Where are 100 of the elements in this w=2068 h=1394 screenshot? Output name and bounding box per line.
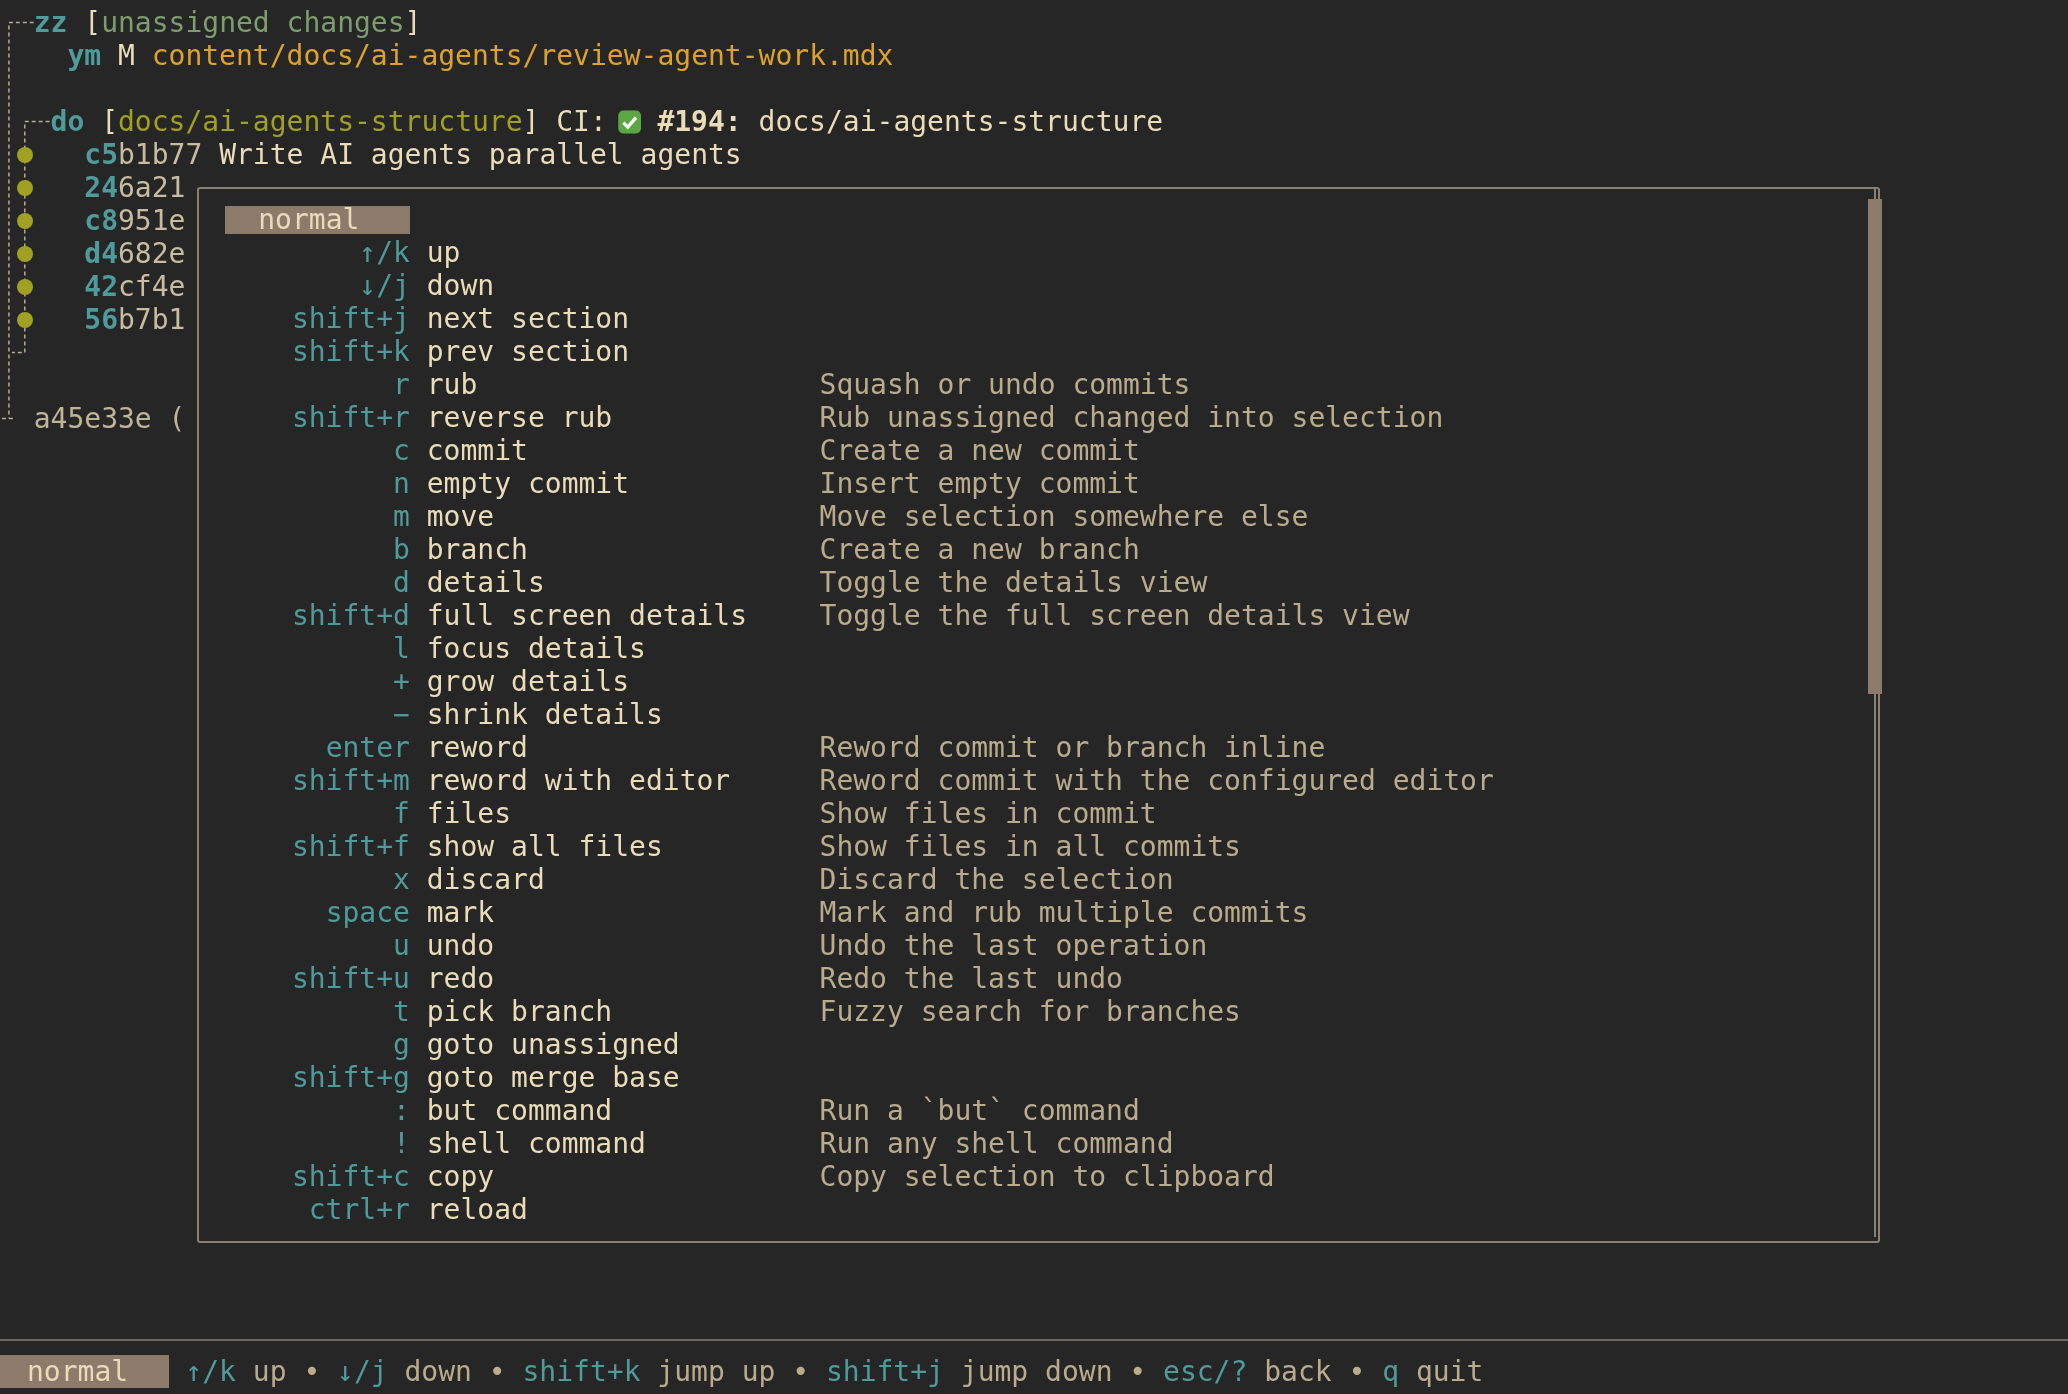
branch-id: do bbox=[50, 105, 85, 138]
action-name: goto unassigned bbox=[426, 1028, 680, 1061]
shortcut-key: shift+c bbox=[291, 1160, 410, 1193]
action-description: Undo the last operation bbox=[819, 929, 1208, 962]
shortcut-key: shift+j bbox=[291, 302, 410, 335]
action-name: copy bbox=[426, 1160, 495, 1193]
action-name: reword bbox=[426, 731, 528, 764]
shortcut-key: enter bbox=[325, 731, 410, 764]
action-name: show all files bbox=[426, 830, 663, 863]
commit-dot bbox=[17, 245, 34, 262]
file-path[interactable]: content/docs/ai-agents/review-agent-work.mdx bbox=[151, 39, 894, 72]
action-name: but command bbox=[426, 1094, 613, 1127]
shortcut-key: : bbox=[393, 1094, 410, 1127]
bracket: ] bbox=[522, 105, 540, 138]
shortcut-key: shift+j bbox=[825, 1355, 944, 1388]
commit-dot bbox=[17, 311, 34, 328]
shortcut-key: u bbox=[393, 929, 410, 962]
file-id: ym bbox=[67, 39, 102, 72]
action-name: next section bbox=[426, 302, 630, 335]
action-description: Discard the selection bbox=[819, 863, 1174, 896]
shortcut-key: ctrl+r bbox=[308, 1193, 410, 1226]
shortcut-key: ↑/k bbox=[185, 1355, 236, 1388]
action-name: reload bbox=[426, 1193, 528, 1226]
action-name: reverse rub bbox=[426, 401, 613, 434]
action-name: reword with editor bbox=[426, 764, 731, 797]
separator: • bbox=[1348, 1355, 1366, 1388]
action-name: grow details bbox=[426, 665, 630, 698]
branch-name: docs/ai-agents-structure bbox=[118, 105, 523, 138]
commit-hash[interactable]: c8951e bbox=[84, 204, 186, 237]
commit-hash[interactable]: 246a21 bbox=[84, 171, 186, 204]
action-name: redo bbox=[426, 962, 495, 995]
shortcut-key: shift+k bbox=[522, 1355, 641, 1388]
action-description: Reword commit or branch inline bbox=[819, 731, 1326, 764]
separator: • bbox=[303, 1355, 321, 1388]
shortcut-key: esc/? bbox=[1163, 1355, 1248, 1388]
action-name: mark bbox=[426, 896, 495, 929]
action-name: up bbox=[426, 236, 461, 269]
ci-label: CI: bbox=[556, 105, 607, 138]
action-description: Show files in all commits bbox=[819, 830, 1241, 863]
action-description: Fuzzy search for branches bbox=[819, 995, 1241, 1028]
hint-label: up bbox=[252, 1355, 287, 1388]
action-name: down bbox=[426, 269, 495, 302]
shortcut-key: q bbox=[1382, 1355, 1400, 1388]
action-description: Reword commit with the configured editor bbox=[819, 764, 1494, 797]
action-description: Rub unassigned changed into selection bbox=[819, 401, 1444, 434]
shortcut-key: + bbox=[393, 665, 410, 698]
action-name: empty commit bbox=[426, 467, 630, 500]
mode-badge: normal bbox=[224, 205, 410, 234]
shortcut-key: shift+f bbox=[291, 830, 410, 863]
shortcut-key: shift+r bbox=[291, 401, 410, 434]
action-name: discard bbox=[426, 863, 545, 896]
action-name: files bbox=[426, 797, 512, 830]
shortcut-key: ! bbox=[393, 1127, 410, 1160]
bracket: ] bbox=[404, 6, 422, 39]
commit-dot bbox=[17, 146, 34, 163]
file-status: M bbox=[118, 39, 135, 72]
shortcut-key: f bbox=[393, 797, 410, 830]
shortcut-key: t bbox=[393, 995, 410, 1028]
action-name: shrink details bbox=[426, 698, 663, 731]
separator: • bbox=[488, 1355, 506, 1388]
hint-label: quit bbox=[1415, 1355, 1484, 1388]
commit-dot bbox=[17, 212, 34, 229]
hint-label: down bbox=[404, 1355, 472, 1388]
shortcut-key: shift+k bbox=[291, 335, 410, 368]
section-label: unassigned changes bbox=[101, 6, 405, 39]
scrollbar-thumb[interactable] bbox=[1867, 199, 1882, 694]
commit-hash[interactable]: c5b1b77 bbox=[84, 138, 203, 171]
hint-label: jump down bbox=[960, 1355, 1113, 1388]
action-description: Redo the last undo bbox=[819, 962, 1123, 995]
action-name: pick branch bbox=[426, 995, 613, 1028]
pr-title: docs/ai-agents-structure bbox=[758, 105, 1164, 138]
action-description: Copy selection to clipboard bbox=[819, 1160, 1275, 1193]
hint-label: back bbox=[1264, 1355, 1332, 1388]
commit-hash[interactable]: d4682e bbox=[84, 237, 186, 270]
commit-dot bbox=[17, 278, 34, 295]
shortcut-key: ↓/j bbox=[337, 1355, 388, 1388]
shortcut-key: shift+d bbox=[291, 599, 410, 632]
commit-hash[interactable]: 56b7b1 bbox=[84, 303, 186, 336]
shortcut-key: l bbox=[393, 632, 410, 665]
action-name: shell command bbox=[426, 1127, 646, 1160]
action-name: full screen details bbox=[426, 599, 748, 632]
action-description: Insert empty commit bbox=[819, 467, 1140, 500]
shortcut-key: r bbox=[393, 368, 410, 401]
commit-hash[interactable]: 42cf4e bbox=[84, 270, 186, 303]
separator: • bbox=[792, 1355, 810, 1388]
shortcut-key: g bbox=[393, 1028, 410, 1061]
action-name: move bbox=[426, 500, 495, 533]
shortcut-key: m bbox=[393, 500, 410, 533]
shortcut-key: d bbox=[393, 566, 410, 599]
action-description: Show files in commit bbox=[819, 797, 1157, 830]
mode-badge: normal bbox=[0, 1355, 169, 1388]
action-description: Create a new commit bbox=[819, 434, 1140, 467]
action-description: Toggle the details view bbox=[819, 566, 1208, 599]
action-description: Run a `but` command bbox=[819, 1094, 1140, 1127]
action-description: Create a new branch bbox=[819, 533, 1140, 566]
action-name: branch bbox=[426, 533, 528, 566]
shortcut-key: shift+m bbox=[291, 764, 410, 797]
shortcut-key: n bbox=[393, 467, 410, 500]
separator: • bbox=[1129, 1355, 1147, 1388]
shortcut-key: ↑/k bbox=[359, 236, 410, 269]
